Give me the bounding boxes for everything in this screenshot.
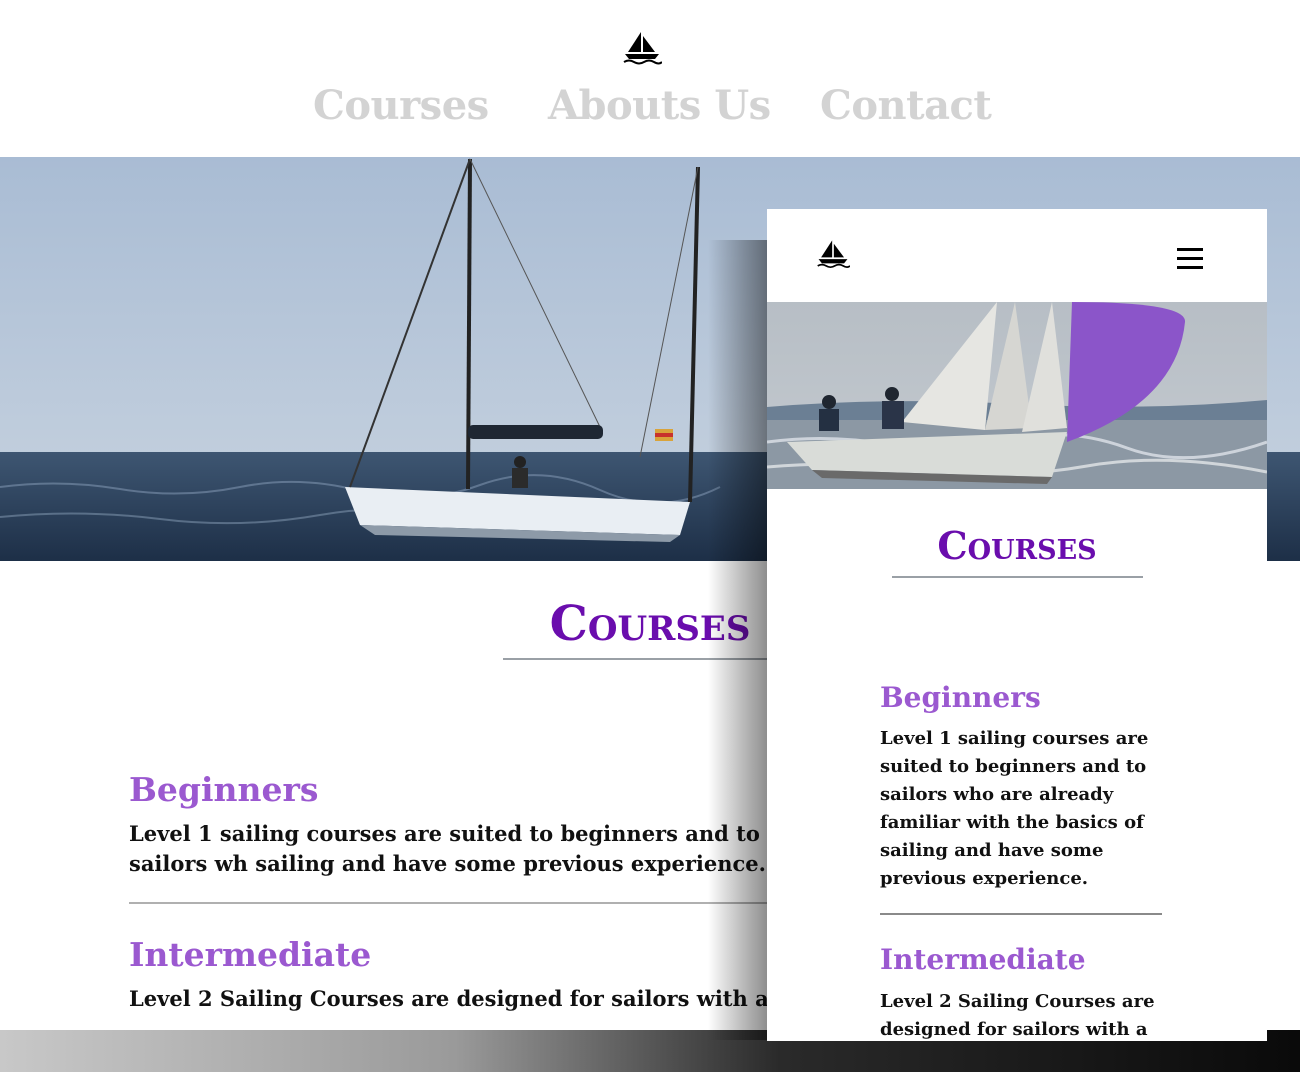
section-heading-beginners: Beginners [880,681,1041,714]
hamburger-menu-icon[interactable] [1177,247,1205,271]
main-nav: Courses Abouts Us Contact [0,82,1300,138]
section-heading-beginners: Beginners [129,770,319,809]
hero-dinghy-image [767,302,1267,489]
sailboat-logo-icon[interactable] [816,237,850,271]
sailboat-logo-icon[interactable] [622,30,662,66]
mobile-mockup: Courses Beginners Level 1 sailing course… [767,209,1267,1041]
page-title: Courses [937,523,1097,568]
section-text-intermediate: Level 2 Sailing Courses are designed for… [880,991,1155,1040]
mobile-drop-shadow [708,240,768,1040]
section-heading-intermediate: Intermediate [129,935,372,974]
section-text-beginners: Level 1 sailing courses are suited to be… [880,728,1149,889]
section-heading-intermediate: Intermediate [880,943,1086,976]
nav-courses-link[interactable]: Courses [313,82,489,129]
nav-about-link[interactable]: Abouts Us [548,82,771,129]
section-divider [880,913,1162,915]
title-divider [892,576,1143,578]
section-text-intermediate: Level 2 Sailing Courses are designed for… [129,986,789,1011]
nav-contact-link[interactable]: Contact [820,82,992,129]
section-text-beginners: Level 1 sailing courses are suited to be… [129,821,766,876]
